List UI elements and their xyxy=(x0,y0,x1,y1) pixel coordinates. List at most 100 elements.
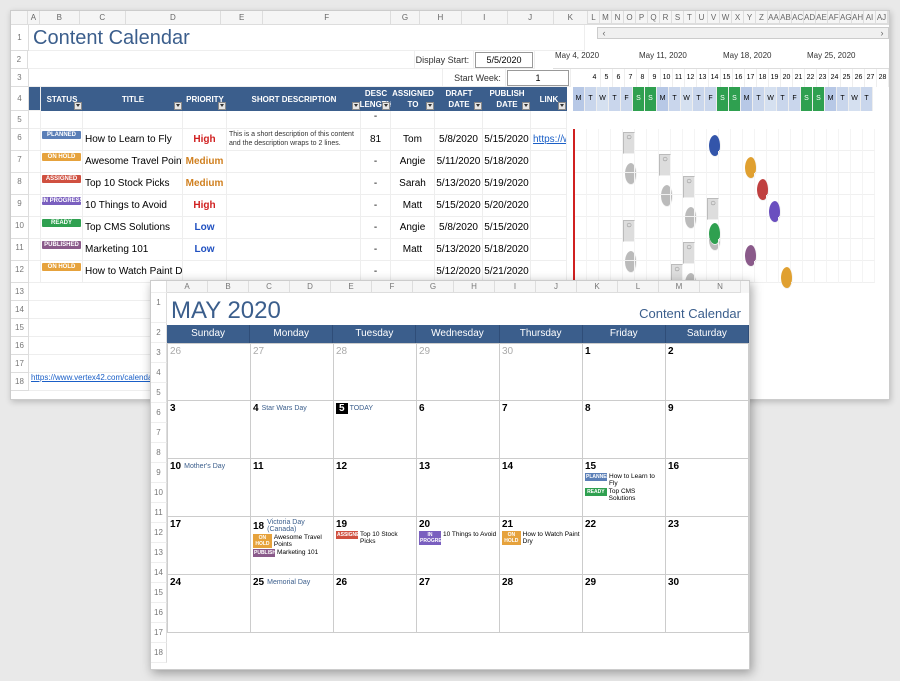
column-header[interactable]: TITLE xyxy=(83,87,183,111)
calendar-day-cell[interactable]: 4Star Wars Day xyxy=(251,401,334,459)
calendar-day-cell[interactable]: 17 xyxy=(167,517,251,575)
description-cell[interactable] xyxy=(227,239,361,261)
calendar-day-cell[interactable]: 26 xyxy=(334,575,417,633)
calendar-day-cell[interactable]: 18Victoria Day (Canada)ON HOLDAwesome Tr… xyxy=(251,517,334,575)
calendar-event[interactable]: ON HOLDHow to Watch Paint Dry xyxy=(502,531,580,545)
assigned-cell[interactable]: Angie xyxy=(391,217,435,239)
calendar-day-cell[interactable]: 26 xyxy=(167,343,251,401)
draft-date-cell[interactable]: 5/13/2020 xyxy=(435,173,483,195)
calendar-day-cell[interactable]: 14 xyxy=(500,459,583,517)
publish-date-cell[interactable]: 5/18/2020 xyxy=(483,151,531,173)
filter-dropdown-icon[interactable] xyxy=(474,102,482,110)
content-row[interactable]: 9IN PROGRESS10 Things to AvoidHigh-Matt5… xyxy=(11,195,889,217)
calendar-day-cell[interactable]: 28 xyxy=(334,343,417,401)
start-week-input[interactable]: 1 xyxy=(507,70,569,86)
gantt-scrollbar[interactable]: ‹ › xyxy=(597,27,889,39)
filter-dropdown-icon[interactable] xyxy=(74,102,82,110)
column-header[interactable]: PUBLISH DATE xyxy=(483,87,531,111)
calendar-day-cell[interactable]: 12 xyxy=(334,459,417,517)
content-row[interactable]: 11PUBLISHEDMarketing 101Low-Matt5/13/202… xyxy=(11,239,889,261)
filter-dropdown-icon[interactable] xyxy=(382,102,390,110)
content-row[interactable]: 7ON HOLDAwesome Travel PointsMedium-Angi… xyxy=(11,151,889,173)
publish-date-cell[interactable]: 5/19/2020 xyxy=(483,173,531,195)
calendar-day-cell[interactable]: 15PLANNEDHow to Learn to FlyREADYTop CMS… xyxy=(583,459,666,517)
draft-date-cell[interactable]: 5/15/2020 xyxy=(435,195,483,217)
publish-date-cell[interactable]: 5/18/2020 xyxy=(483,239,531,261)
priority-cell[interactable]: Medium xyxy=(183,151,227,173)
calendar-event[interactable]: ON HOLDAwesome Travel Points xyxy=(253,534,331,548)
calendar-day-cell[interactable]: 5TODAY xyxy=(334,401,417,459)
calendar-day-cell[interactable]: 10Mother's Day xyxy=(167,459,251,517)
title-cell[interactable]: Marketing 101 xyxy=(83,239,183,261)
title-cell[interactable]: 10 Things to Avoid xyxy=(83,195,183,217)
draft-date-cell[interactable]: 5/11/2020 xyxy=(435,151,483,173)
filter-dropdown-icon[interactable] xyxy=(558,102,566,110)
publish-date-cell[interactable]: 5/15/2020 xyxy=(483,129,531,151)
priority-cell[interactable]: Low xyxy=(183,239,227,261)
title-cell[interactable]: Awesome Travel Points xyxy=(83,151,183,173)
filter-dropdown-icon[interactable] xyxy=(522,102,530,110)
title-cell[interactable]: Top 10 Stock Picks xyxy=(83,173,183,195)
column-header[interactable]: SHORT DESCRIPTION xyxy=(227,87,361,111)
calendar-day-cell[interactable]: 16 xyxy=(666,459,749,517)
calendar-day-cell[interactable]: 7 xyxy=(500,401,583,459)
draft-date-cell[interactable]: 5/13/2020 xyxy=(435,239,483,261)
priority-cell[interactable]: High xyxy=(183,129,227,151)
content-row[interactable]: 6PLANNEDHow to Learn to FlyHighThis is a… xyxy=(11,129,889,151)
link-cell[interactable] xyxy=(531,151,567,173)
display-start-input[interactable]: 5/5/2020 xyxy=(475,52,533,68)
assigned-cell[interactable]: Matt xyxy=(391,195,435,217)
calendar-day-cell[interactable]: 27 xyxy=(251,343,334,401)
priority-cell[interactable]: High xyxy=(183,195,227,217)
content-row[interactable]: 8ASSIGNEDTop 10 Stock PicksMedium-Sarah5… xyxy=(11,173,889,195)
column-header[interactable]: STATUS xyxy=(41,87,83,111)
assigned-cell[interactable]: Sarah xyxy=(391,173,435,195)
column-header[interactable]: ASSIGNED TO xyxy=(391,87,435,111)
filter-dropdown-icon[interactable] xyxy=(174,102,182,110)
column-header[interactable]: LINK xyxy=(531,87,567,111)
link-cell[interactable] xyxy=(531,217,567,239)
calendar-event[interactable]: PUBLISHEDMarketing 101 xyxy=(253,549,331,557)
calendar-day-cell[interactable]: 29 xyxy=(417,343,500,401)
calendar-event[interactable]: PLANNEDHow to Learn to Fly xyxy=(585,473,663,487)
calendar-day-cell[interactable]: 13 xyxy=(417,459,500,517)
link-cell[interactable] xyxy=(531,173,567,195)
content-row[interactable]: 10READYTop CMS SolutionsLow-Angie5/8/202… xyxy=(11,217,889,239)
calendar-event[interactable]: READYTop CMS Solutions xyxy=(585,488,663,502)
assigned-cell[interactable]: Tom xyxy=(391,129,435,151)
calendar-day-cell[interactable]: 28 xyxy=(500,575,583,633)
calendar-event[interactable]: IN PROGRESS10 Things to Avoid xyxy=(419,531,497,545)
calendar-day-cell[interactable]: 6 xyxy=(417,401,500,459)
draft-date-cell[interactable]: 5/8/2020 xyxy=(435,129,483,151)
link-cell[interactable] xyxy=(531,195,567,217)
description-cell[interactable] xyxy=(227,217,361,239)
calendar-day-cell[interactable]: 8 xyxy=(583,401,666,459)
scroll-left-icon[interactable]: ‹ xyxy=(598,28,610,38)
calendar-day-cell[interactable]: 1 xyxy=(583,343,666,401)
link-cell[interactable] xyxy=(531,239,567,261)
calendar-day-cell[interactable]: 30 xyxy=(500,343,583,401)
calendar-day-cell[interactable]: 27 xyxy=(417,575,500,633)
calendar-day-cell[interactable]: 11 xyxy=(251,459,334,517)
assigned-cell[interactable]: Matt xyxy=(391,239,435,261)
calendar-day-cell[interactable]: 21ON HOLDHow to Watch Paint Dry xyxy=(500,517,583,575)
calendar-day-cell[interactable]: 9 xyxy=(666,401,749,459)
assigned-cell[interactable]: Angie xyxy=(391,151,435,173)
filter-dropdown-icon[interactable] xyxy=(426,102,434,110)
calendar-day-cell[interactable]: 29 xyxy=(583,575,666,633)
link-cell[interactable]: https://ww xyxy=(531,129,567,151)
priority-cell[interactable]: Low xyxy=(183,217,227,239)
draft-date-cell[interactable]: 5/8/2020 xyxy=(435,217,483,239)
filter-dropdown-icon[interactable] xyxy=(218,102,226,110)
calendar-day-cell[interactable]: 19ASSIGNEDTop 10 Stock Picks xyxy=(334,517,417,575)
column-header[interactable]: PRIORITY xyxy=(183,87,227,111)
calendar-day-cell[interactable]: 3 xyxy=(167,401,251,459)
calendar-day-cell[interactable]: 2 xyxy=(666,343,749,401)
calendar-day-cell[interactable]: 30 xyxy=(666,575,749,633)
description-cell[interactable]: This is a short description of this cont… xyxy=(227,129,361,151)
calendar-day-cell[interactable]: 24 xyxy=(167,575,251,633)
calendar-day-cell[interactable]: 23 xyxy=(666,517,749,575)
publish-date-cell[interactable]: 5/15/2020 xyxy=(483,217,531,239)
description-cell[interactable] xyxy=(227,151,361,173)
priority-cell[interactable]: Medium xyxy=(183,173,227,195)
